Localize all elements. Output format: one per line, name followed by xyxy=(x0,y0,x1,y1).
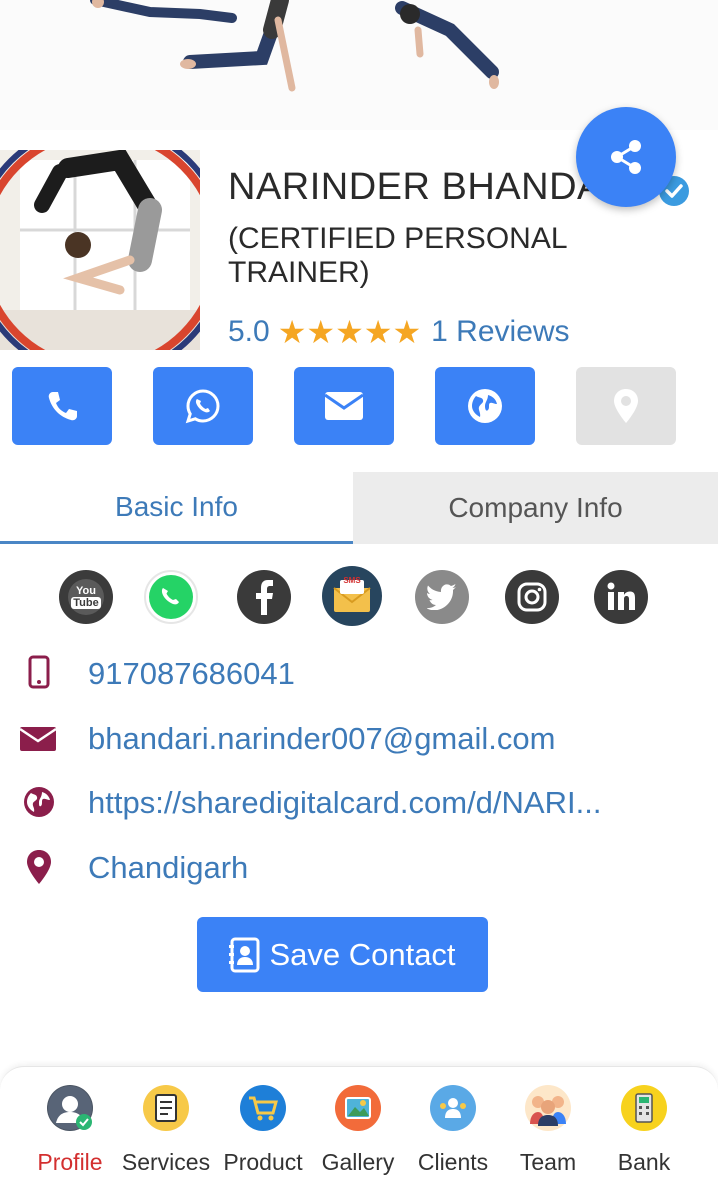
nav-label-bank: Bank xyxy=(617,1149,671,1175)
star-icon: ★ xyxy=(392,314,422,350)
nav-label-clients: Clients xyxy=(417,1149,489,1175)
instagram-icon[interactable] xyxy=(505,570,559,624)
map-pin-icon xyxy=(614,389,638,423)
star-icon: ★ xyxy=(363,314,393,350)
contact-website[interactable]: https://sharedigitalcard.com/d/NARI... xyxy=(88,785,601,821)
star-icon: ★ xyxy=(277,314,307,350)
youtube-icon[interactable]: You Tube xyxy=(59,570,113,624)
gallery-icon xyxy=(335,1085,381,1131)
team-icon xyxy=(525,1085,571,1131)
nav-label-gallery: Gallery xyxy=(321,1149,395,1175)
nav-team[interactable]: Team xyxy=(502,1067,594,1191)
website-button[interactable] xyxy=(435,367,535,445)
rating-row: 5.0 ★ ★ ★ ★ ★ 1 Reviews xyxy=(228,312,570,352)
mail-icon xyxy=(324,392,364,420)
nav-label-team: Team xyxy=(519,1149,577,1175)
bank-icon xyxy=(621,1085,667,1131)
nav-gallery[interactable]: Gallery xyxy=(312,1067,404,1191)
rating-value: 5.0 xyxy=(228,315,270,348)
contact-card-icon xyxy=(229,937,260,972)
nav-bank[interactable]: Bank xyxy=(598,1067,690,1191)
sms-icon[interactable]: SMS xyxy=(322,566,382,626)
nav-label-profile: Profile xyxy=(37,1149,103,1175)
services-icon xyxy=(143,1085,189,1131)
nav-label-services: Services xyxy=(121,1149,211,1175)
reviews-link[interactable]: 1 Reviews xyxy=(431,315,569,349)
whatsapp-icon xyxy=(185,389,220,424)
twitter-icon[interactable] xyxy=(415,570,469,624)
info-tabs: Basic Info Company Info xyxy=(0,472,718,544)
star-icon: ★ xyxy=(306,314,336,350)
contact-email[interactable]: bhandari.narinder007@gmail.com xyxy=(88,721,555,757)
tab-basic-info[interactable]: Basic Info xyxy=(0,472,353,544)
tab-company-info[interactable]: Company Info xyxy=(353,472,718,544)
whatsapp-social-icon[interactable] xyxy=(144,570,198,624)
save-contact-label: Save Contact xyxy=(269,936,456,972)
location-row-icon xyxy=(22,850,56,884)
clients-icon xyxy=(430,1085,476,1131)
nav-profile[interactable]: Profile xyxy=(24,1067,116,1191)
nav-product[interactable]: Product xyxy=(215,1067,311,1191)
bottom-navigation: Profile Services Product Gallery Clients… xyxy=(0,1066,718,1191)
nav-label-product: Product xyxy=(223,1149,303,1175)
youtube-label-bottom: Tube xyxy=(71,597,101,609)
website-row-icon xyxy=(22,785,56,819)
save-contact-button[interactable]: Save Contact xyxy=(197,917,488,992)
globe-icon xyxy=(468,389,502,423)
contact-phone[interactable]: 917087686041 xyxy=(88,656,295,692)
youtube-label-top: You xyxy=(76,585,96,597)
profile-photo xyxy=(0,150,200,350)
email-row-icon xyxy=(19,722,57,756)
contact-location: Chandigarh xyxy=(88,850,249,885)
location-button[interactable] xyxy=(576,367,676,445)
rating-stars: ★ ★ ★ ★ ★ xyxy=(278,316,421,348)
product-icon xyxy=(240,1085,286,1131)
call-button[interactable] xyxy=(12,367,112,445)
whatsapp-button[interactable] xyxy=(153,367,253,445)
nav-clients[interactable]: Clients xyxy=(406,1067,500,1191)
profile-role: (CERTIFIED PERSONAL TRAINER) xyxy=(228,222,567,289)
nav-services[interactable]: Services xyxy=(120,1067,212,1191)
mobile-icon xyxy=(22,655,56,689)
phone-icon xyxy=(48,392,77,421)
facebook-icon[interactable] xyxy=(237,570,291,624)
star-icon: ★ xyxy=(335,314,364,350)
profile-icon xyxy=(47,1085,93,1131)
share-button[interactable] xyxy=(576,107,676,207)
sms-label: SMS xyxy=(343,576,361,585)
linkedin-icon[interactable] xyxy=(594,570,648,624)
share-icon xyxy=(611,140,641,174)
email-button[interactable] xyxy=(294,367,394,445)
